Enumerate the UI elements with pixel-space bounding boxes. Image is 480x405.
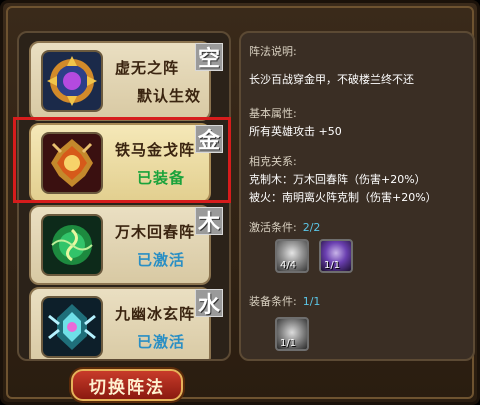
formation-list[interactable]: 虚无之阵 默认生效 空 铁马金戈阵 已装备 金 万木回春阵 已激活 木 九幽冰玄… [17,31,231,361]
element-tag: 空 [195,43,223,72]
counter-line-2: 被火：南明离火阵克制（伤害+20%） [249,191,437,204]
element-tag: 木 [195,207,223,236]
gold-emblem-icon [41,132,103,194]
element-tag: 金 [195,125,223,154]
formation-item-wood-revival[interactable]: 万木回春阵 已激活 木 [29,205,223,285]
attributes-heading: 基本属性: [249,107,297,120]
hero-count: 4/4 [280,260,297,271]
formation-status: 已激活 [137,333,186,351]
switch-formation-button[interactable]: 切换阵法 [71,369,183,401]
formation-status: 默认生效 [137,87,202,105]
equip-count: 1/1 [302,295,321,308]
formation-name: 铁马金戈阵 [115,141,196,159]
formation-name: 万木回春阵 [115,223,196,241]
green-emblem-icon [41,214,103,276]
equip-heading: 装备条件: 1/1 [249,293,320,309]
purple-emblem-icon [41,50,103,112]
formation-item-iron-horse[interactable]: 铁马金戈阵 已装备 金 [29,123,223,203]
description-heading: 阵法说明: [249,45,297,58]
armor-hero-icon[interactable]: 4/4 [275,239,309,273]
attributes-text: 所有英雄攻击 +50 [249,125,342,138]
formation-item-nether-ice[interactable]: 九幽冰玄阵 已激活 水 [29,287,223,359]
formation-item-void[interactable]: 虚无之阵 默认生效 空 [29,41,223,121]
armor-item-icon[interactable]: 1/1 [275,317,309,351]
activation-count: 2/2 [302,221,321,234]
formation-name: 九幽冰玄阵 [115,305,196,323]
element-tag: 水 [195,289,223,318]
activation-heading: 激活条件: 2/2 [249,219,320,235]
description-text: 长沙百战穿金甲，不破楼兰终不还 [249,73,414,86]
purple-hero-icon[interactable]: 1/1 [319,239,353,273]
counter-line-1: 克制木：万木回春阵（伤害+20%） [249,173,426,186]
counter-heading: 相克关系: [249,155,297,168]
hero-count: 1/1 [324,260,341,271]
formation-window: 虚无之阵 默认生效 空 铁马金戈阵 已装备 金 万木回春阵 已激活 木 九幽冰玄… [0,0,480,405]
formation-detail-panel: 阵法说明: 长沙百战穿金甲，不破楼兰终不还 基本属性: 所有英雄攻击 +50 相… [239,31,475,361]
item-count: 1/1 [280,338,297,349]
ice-emblem-icon [41,296,103,358]
equip-label: 装备条件: [249,295,297,308]
formation-status: 已装备 [137,169,186,187]
activation-label: 激活条件: [249,221,297,234]
formation-status: 已激活 [137,251,186,269]
formation-name: 虚无之阵 [115,59,180,77]
